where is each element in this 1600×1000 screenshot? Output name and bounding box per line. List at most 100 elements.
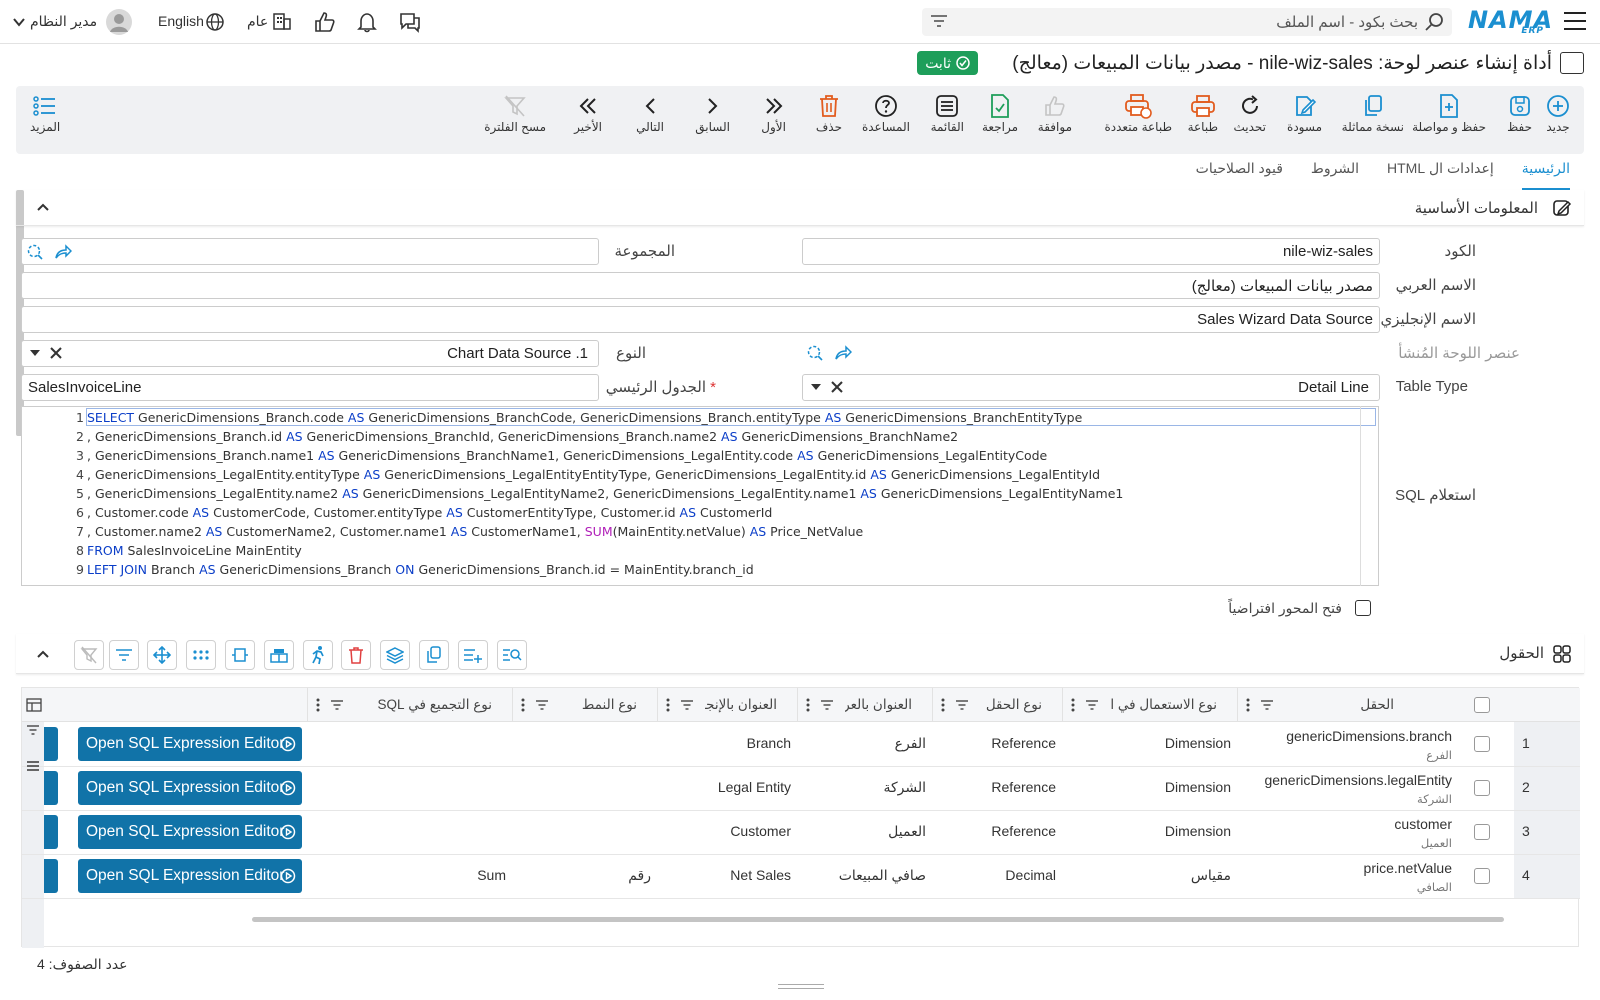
move-button[interactable] bbox=[147, 640, 177, 670]
column-header[interactable]: العنوان بالإنجليزية bbox=[657, 688, 797, 722]
column-filter-icon[interactable] bbox=[955, 699, 969, 711]
save-button[interactable]: حفظ bbox=[1507, 92, 1532, 134]
clipped-button[interactable] bbox=[44, 815, 58, 849]
field-type[interactable]: Reference bbox=[991, 823, 1056, 839]
style-type[interactable]: رقم bbox=[628, 867, 651, 884]
sql-line[interactable]: 4, GenericDimensions_LegalEntity.entityT… bbox=[22, 467, 1378, 486]
clear-filter-grid-button[interactable] bbox=[74, 640, 104, 670]
duplicate-button[interactable]: نسخة مماثلة bbox=[1342, 92, 1404, 134]
chat-icon[interactable] bbox=[398, 11, 422, 33]
column-header[interactable]: العنوان بالعربية bbox=[797, 688, 932, 722]
main-table-field[interactable]: SalesInvoiceLine bbox=[21, 374, 599, 401]
arabic-name-field[interactable]: مصدر بيانات المبيعات (معالج) bbox=[21, 272, 1380, 299]
column-filter-icon[interactable] bbox=[535, 699, 549, 711]
sql-line[interactable]: 8 FROM SalesInvoiceLine MainEntity bbox=[22, 543, 1378, 562]
dropdown-caret-icon[interactable] bbox=[29, 349, 41, 357]
building-icon[interactable] bbox=[272, 11, 292, 31]
open-link-icon[interactable] bbox=[54, 244, 72, 260]
language-switch[interactable]: English bbox=[158, 13, 204, 29]
filter-lines-icon[interactable] bbox=[930, 14, 948, 28]
dots-grid-button[interactable] bbox=[186, 640, 216, 670]
chevron-up-icon[interactable] bbox=[36, 202, 50, 212]
usage-type[interactable]: Dimension bbox=[1165, 823, 1231, 839]
hamburger-menu-icon[interactable] bbox=[1564, 12, 1586, 30]
column-filter-icon[interactable] bbox=[680, 699, 694, 711]
open-sql-editor-button[interactable]: Open SQL Expression Editor bbox=[78, 815, 302, 849]
arabic-title[interactable]: صافي المبيعات bbox=[839, 867, 926, 884]
add-row-button[interactable] bbox=[458, 640, 488, 670]
english-title[interactable]: Customer bbox=[730, 823, 791, 839]
scope-label[interactable]: عام bbox=[247, 13, 268, 30]
help-button[interactable]: المساعدة bbox=[862, 92, 910, 134]
column-filter-icon[interactable] bbox=[330, 699, 344, 711]
split-button[interactable] bbox=[225, 640, 255, 670]
open-sql-editor-button[interactable]: Open SQL Expression Editor bbox=[78, 727, 302, 761]
review-button[interactable]: مراجعة bbox=[982, 92, 1018, 134]
user-name[interactable]: مدير النظام bbox=[30, 13, 97, 30]
refresh-button[interactable]: تحديث bbox=[1233, 92, 1266, 134]
column-menu-icon[interactable] bbox=[941, 698, 945, 712]
search-input[interactable]: بحث بكود - اسم الملف bbox=[922, 8, 1452, 36]
field-type[interactable]: Reference bbox=[991, 735, 1056, 751]
arabic-title[interactable]: العميل bbox=[888, 823, 926, 840]
save-continue-button[interactable]: حفظ و مواصلة bbox=[1412, 92, 1486, 134]
group-field[interactable] bbox=[21, 238, 599, 265]
clipped-button[interactable] bbox=[44, 859, 58, 893]
approve-button[interactable]: موافقة bbox=[1038, 92, 1072, 134]
clipped-button[interactable] bbox=[44, 727, 58, 761]
column-header[interactable]: الحقل bbox=[1237, 688, 1482, 722]
english-title[interactable]: Branch bbox=[747, 735, 791, 751]
english-name-field[interactable]: Sales Wizard Data Source bbox=[21, 306, 1380, 333]
search-link-icon[interactable] bbox=[806, 344, 824, 362]
row-checkbox[interactable] bbox=[1474, 736, 1490, 752]
basic-info-header[interactable]: المعلومات الأساسية bbox=[16, 190, 1584, 226]
column-header[interactable]: نوع الاستعمال في الرسم bbox=[1062, 688, 1237, 722]
multi-print-button[interactable]: طباعة متعددة bbox=[1104, 92, 1172, 134]
column-menu-icon[interactable] bbox=[1071, 698, 1075, 712]
usage-type[interactable]: Dimension bbox=[1165, 779, 1231, 795]
clear-filter-button[interactable]: مسح الفلترة bbox=[484, 92, 546, 134]
column-header[interactable]: نوع الحقل bbox=[932, 688, 1062, 722]
tab-permissions[interactable]: قيود الصلاحيات bbox=[1196, 160, 1283, 190]
field-type[interactable]: Reference bbox=[991, 779, 1056, 795]
tab-html-settings[interactable]: إعدادات ال HTML bbox=[1387, 160, 1494, 190]
bell-icon[interactable] bbox=[356, 11, 378, 33]
field-type[interactable]: Decimal bbox=[1005, 867, 1056, 883]
more-button[interactable]: المزيد bbox=[30, 92, 60, 134]
avatar-icon[interactable] bbox=[106, 9, 132, 35]
arabic-title[interactable]: الشركة bbox=[883, 779, 926, 796]
open-sql-editor-button[interactable]: Open SQL Expression Editor bbox=[78, 771, 302, 805]
sql-scrollbar[interactable] bbox=[1360, 406, 1361, 586]
column-settings-icon[interactable] bbox=[26, 697, 42, 713]
chevron-down-icon[interactable] bbox=[12, 16, 26, 28]
layers-button[interactable] bbox=[380, 640, 410, 670]
type-select[interactable]: 1. Chart Data Source bbox=[21, 340, 599, 367]
usage-type[interactable]: مقياس bbox=[1191, 867, 1231, 884]
globe-icon[interactable] bbox=[206, 13, 224, 31]
sql-editor[interactable]: 1 SELECT GenericDimensions_Branch.code AS… bbox=[21, 406, 1379, 586]
previous-button[interactable]: السابق bbox=[695, 92, 730, 134]
last-button[interactable]: الأخير bbox=[574, 92, 602, 134]
filter-button[interactable] bbox=[109, 640, 139, 670]
draft-button[interactable]: مسودة bbox=[1287, 92, 1322, 134]
usage-type[interactable]: Dimension bbox=[1165, 735, 1231, 751]
column-filter-icon[interactable] bbox=[1260, 699, 1274, 711]
code-field[interactable]: nile-wiz-sales bbox=[802, 238, 1380, 265]
new-button[interactable]: جديد bbox=[1546, 92, 1570, 134]
clear-x-icon[interactable] bbox=[49, 346, 63, 360]
move-up-button[interactable] bbox=[264, 640, 294, 670]
column-menu-icon[interactable] bbox=[521, 698, 525, 712]
sql-line[interactable]: 5, GenericDimensions_LegalEntity.name2 A… bbox=[22, 486, 1378, 505]
grid-search-button[interactable] bbox=[497, 640, 527, 670]
list-button[interactable]: القائمة bbox=[931, 92, 964, 134]
column-filter-icon[interactable] bbox=[1085, 699, 1099, 711]
open-axis-checkbox[interactable] bbox=[1355, 600, 1371, 616]
row-menu-icon[interactable] bbox=[26, 760, 40, 772]
horizontal-scrollbar[interactable] bbox=[252, 917, 1504, 922]
next-button[interactable]: التالي bbox=[636, 92, 664, 134]
sql-line[interactable]: 6, Customer.code AS CustomerCode, Custom… bbox=[22, 505, 1378, 524]
column-menu-icon[interactable] bbox=[666, 698, 670, 712]
tab-conditions[interactable]: الشروط bbox=[1311, 160, 1359, 190]
open-sql-editor-button[interactable]: Open SQL Expression Editor bbox=[78, 859, 302, 893]
dropdown-caret-icon[interactable] bbox=[810, 383, 822, 391]
